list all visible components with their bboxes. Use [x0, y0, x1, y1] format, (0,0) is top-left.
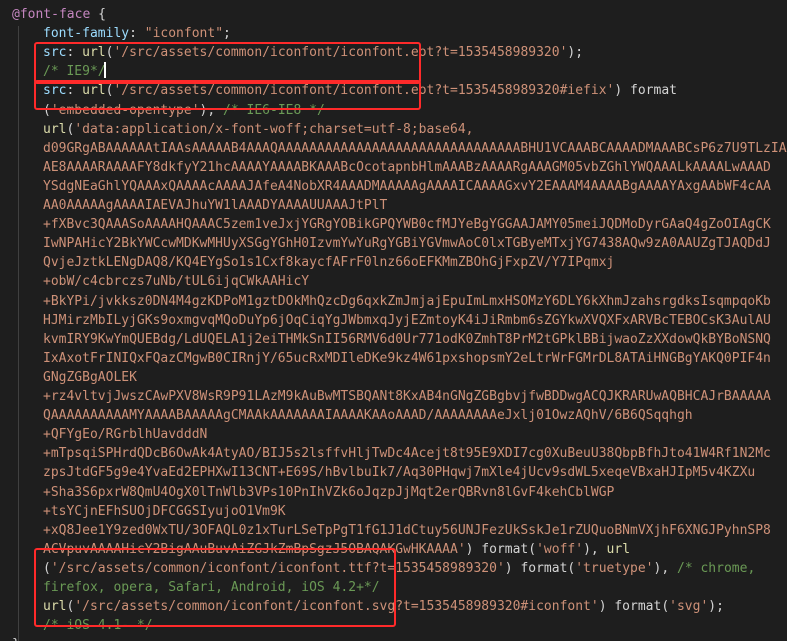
code-token: 'svg' [669, 599, 709, 615]
code-token: +xQ8Jee1Y9zed0WxTU/3OFAQL0z1xTurLSeTpPgT… [43, 522, 771, 538]
eot-src-highlight [34, 42, 421, 84]
code-token: @font-face [12, 7, 91, 22]
code-token: ( [661, 599, 670, 615]
code-line[interactable]: +tsYCjnEFhSUOjDFCGGSIyujoO1Vm9K [43, 502, 286, 521]
truetype-svg-highlight [34, 548, 396, 627]
code-token: : [129, 26, 145, 42]
text-cursor [104, 62, 106, 78]
code-token: ), [653, 560, 677, 576]
code-token: } [12, 637, 20, 641]
code-token: +obW/c4cbrczs7uNb/tUL6ijqCWkAAHicY [43, 274, 310, 290]
code-line[interactable]: +fXBvc3QAAASoAAAAHQAAAC5zem1veJxjYGRgYOB… [43, 215, 771, 234]
code-line[interactable]: zpsJtdGF5g9e4YvaEd2EPHXwI13CNT+E69S/hBvl… [43, 463, 755, 482]
code-line[interactable]: +Sha3S6pxrW8QmU4OgX0lTnWlb3VPs10PnIhVZk6… [43, 483, 614, 502]
code-token: format [630, 83, 677, 99]
code-token: QAAAAAAAAAAMYAAAABAAAAAgCMAAkAAAAAAAIAAA… [43, 408, 693, 424]
code-line[interactable]: QAAAAAAAAAAMYAAAABAAAAAgCMAAkAAAAAAAIAAA… [43, 406, 693, 425]
code-token: AA0AAAAAgAAAAIAEVAJhuYW1lAAADYAAAAUUAAAJ… [43, 198, 388, 213]
code-token: YSdgNEaGhlYQAAAxQAAAAcAAAAJAfeA4NobXR4AA… [43, 178, 771, 194]
code-line[interactable]: QvjeJztkLENgDAQ8/KQ4EYgSo1s1Cxf8kaycfAFr… [43, 253, 614, 272]
code-token: 'truetype' [575, 560, 654, 576]
code-token: url [43, 121, 67, 137]
code-token: +rz4vltvjJwszCAwPXV8WsR9P91LAzM9kAuBwMTS… [43, 389, 771, 404]
code-token: IwNPAHicY2BkYWCcwMDKwMHUyXSGgYGhH0IzvmYw… [43, 236, 771, 252]
code-token: url [606, 541, 631, 557]
code-line[interactable]: IxAxotFrINIQxFQazCMgwB0CIRnjY/65ucRxMDIl… [43, 349, 771, 368]
code-line[interactable]: +rz4vltvjJwszCAwPXV8WsR9P91LAzM9kAuBwMTS… [43, 387, 771, 406]
code-token: ) [465, 541, 482, 557]
iefix-src-highlight [34, 80, 421, 110]
code-token: ) [598, 599, 615, 615]
code-token: /* chrome, [677, 560, 756, 576]
code-token: +Sha3S6pxrW8QmU4OgX0lTnWlb3VPs10PnIhVZk6… [43, 484, 615, 500]
code-line[interactable]: kvmIRY9KwYmQUEBdg/LdUQELA1j2eiTHMkSnII56… [43, 330, 771, 349]
code-token: ) [614, 83, 631, 99]
code-line[interactable]: } [12, 635, 20, 641]
code-line[interactable]: @font-face { [12, 5, 106, 24]
code-token: ( [528, 541, 537, 557]
code-token: GNgZGBgAOLEK [43, 369, 137, 385]
code-token: format [614, 599, 662, 615]
code-token: +fXBvc3QAAASoAAAAHQAAAC5zem1veJxjYGRgYOB… [43, 217, 771, 233]
code-line[interactable]: url('data:application/x-font-woff;charse… [43, 120, 473, 139]
code-token: format [520, 560, 568, 576]
code-token: "iconfont" [144, 26, 224, 42]
code-token: font-family [43, 26, 130, 42]
code-line[interactable]: HJMirzMbILyjGKs9oxmgvqMQoDuYp6jOqCiqYgJW… [43, 311, 771, 330]
code-line[interactable]: +mTpsqiSPHrdQDcB6OwAk4AtyAO/BIJ5s2lsffvH… [43, 444, 771, 463]
code-line[interactable]: d09GRgABAAAAAAtIAAsAAAAAB4AAAQAAAAAAAAAA… [43, 139, 787, 158]
indent-guide [18, 26, 19, 641]
code-token: 'woff' [536, 541, 584, 557]
code-line[interactable]: font-family: "iconfont"; [43, 24, 231, 43]
code-line[interactable]: AA0AAAAAgAAAAIAEVAJhuYW1lAAADYAAAAUUAAAJ… [43, 196, 387, 215]
code-token: +BkYPi/jvkksz0DN4M4gzKDPoM1gztDOkMhQzcDg… [43, 293, 771, 309]
code-editor[interactable]: @font-face {font-family: "iconfont"; src:… [0, 0, 787, 641]
code-line[interactable]: IwNPAHicY2BkYWCcwMDKwMHUyXSGgYGhH0IzvmYw… [43, 234, 771, 253]
code-token: ; [223, 26, 231, 42]
code-token: ), [583, 541, 607, 557]
code-token: format [481, 541, 529, 557]
code-line[interactable]: YSdgNEaGhlYQAAAxQAAAAcAAAAJAfeA4NobXR4AA… [43, 177, 771, 196]
code-token: kvmIRY9KwYmQUEBdg/LdUQELA1j2eiTHMkSnII56… [43, 331, 771, 347]
code-line[interactable]: AE8AAAARAAAAFY8dkfyY21hcAAAAYAAAABKAAABc… [43, 158, 771, 177]
code-token: HJMirzMbILyjGKs9oxmgvqMQoDuYp6jOqCiqYgJW… [43, 312, 771, 328]
code-token: ); [567, 45, 584, 61]
code-token: IxAxotFrINIQxFQazCMgwB0CIRnjY/65ucRxMDIl… [43, 350, 771, 366]
code-token: ); [708, 599, 724, 615]
code-line[interactable]: +xQ8Jee1Y9zed0WxTU/3OFAQL0z1xTurLSeTpPgT… [43, 521, 771, 540]
code-token: +mTpsqiSPHrdQDcB6OwAk4AtyAO/BIJ5s2lsffvH… [43, 446, 771, 462]
code-line[interactable]: +obW/c4cbrczs7uNb/tUL6ijqCWkAAHicY [43, 272, 309, 291]
code-line[interactable]: GNgZGBgAOLEK [43, 368, 137, 387]
code-token: AE8AAAARAAAAFY8dkfyY21hcAAAAYAAAABKAAABc… [43, 159, 771, 175]
code-token: QvjeJztkLENgDAQ8/KQ4EYgSo1s1Cxf8kaycfAFr… [43, 255, 615, 271]
code-token: ) [504, 560, 521, 576]
code-token: d09GRgABAAAAAAtIAAsAAAAAB4AAAQAAAAAAAAAA… [43, 140, 787, 156]
code-token: zpsJtdGF5g9e4YvaEd2EPHXwI13CNT+E69S/hBvl… [43, 465, 756, 481]
code-token: +QFYgEo/RGrblhUavdddN [43, 427, 208, 443]
code-token: +tsYCjnEFhSUOjDFCGGSIyujoO1Vm9K [43, 503, 286, 519]
code-line[interactable]: +QFYgEo/RGrblhUavdddN [43, 425, 207, 444]
code-line[interactable]: +BkYPi/jvkksz0DN4M4gzKDPoM1gztDOkMhQzcDg… [43, 292, 771, 311]
code-token: { [90, 7, 106, 22]
code-token: 'data:application/x-font-woff;charset=ut… [74, 121, 474, 137]
